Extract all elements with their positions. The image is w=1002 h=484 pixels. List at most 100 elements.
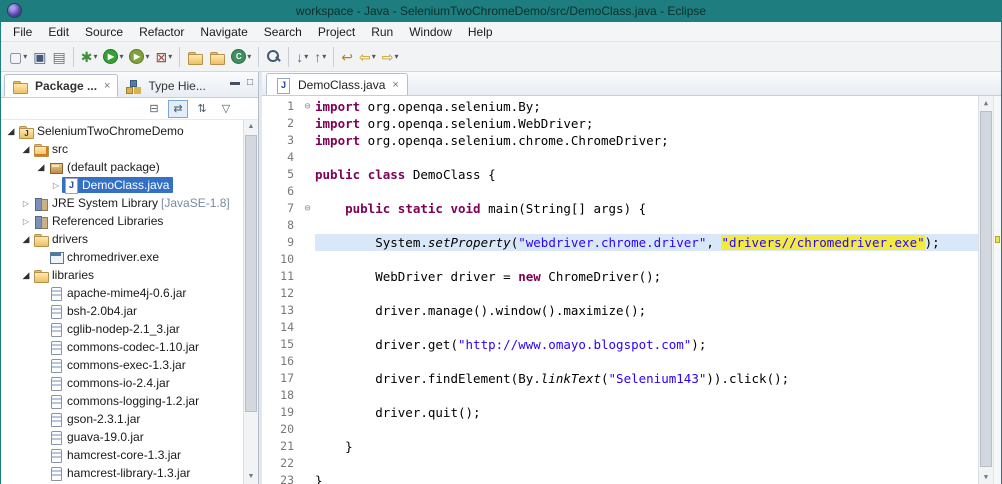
expander-expanded-icon[interactable]: ◢	[20, 270, 32, 281]
maximize-view-icon[interactable]: □	[247, 77, 253, 88]
dropdown-arrow-icon[interactable]: ▾	[93, 52, 97, 61]
menu-refactor[interactable]: Refactor	[131, 23, 192, 41]
scroll-down-icon[interactable]: ▼	[979, 470, 993, 484]
editor-scrollbar[interactable]: ▲ ▼	[978, 96, 993, 484]
collapse-all-icon[interactable]: ⊟	[144, 100, 164, 118]
code-line-4[interactable]: 4	[262, 149, 978, 166]
back-button[interactable]: ⇦ ▾	[356, 45, 379, 69]
dropdown-arrow-icon[interactable]: ▾	[247, 52, 251, 61]
code-line-6[interactable]: 6	[262, 183, 978, 200]
tab-type-hierarchy[interactable]: Type Hie...	[118, 74, 212, 97]
menu-help[interactable]: Help	[460, 23, 501, 41]
debug-button[interactable]: ✱ ▾	[78, 45, 101, 69]
save-button[interactable]: ▣	[30, 45, 49, 69]
package-explorer-scrollbar[interactable]: ▲ ▼	[243, 120, 258, 484]
close-icon[interactable]: ×	[392, 79, 398, 91]
tree-item-commons-exec-1-3-jar[interactable]: commons-exec-1.3.jar	[1, 356, 258, 374]
tree-item-hamcrest-core-1-3-jar[interactable]: hamcrest-core-1.3.jar	[1, 446, 258, 464]
menu-navigate[interactable]: Navigate	[192, 23, 255, 41]
menu-window[interactable]: Window	[401, 23, 460, 41]
dropdown-arrow-icon[interactable]: ▾	[322, 52, 326, 61]
code-line-11[interactable]: 11 WebDriver driver = new ChromeDriver()…	[262, 268, 978, 285]
tree-item-src[interactable]: ◢ src	[1, 140, 258, 158]
code-line-18[interactable]: 18	[262, 387, 978, 404]
expander-expanded-icon[interactable]: ◢	[35, 162, 47, 173]
code-line-12[interactable]: 12	[262, 285, 978, 302]
title-bar[interactable]: workspace - Java - SeleniumTwoChromeDemo…	[1, 0, 1001, 22]
scroll-up-icon[interactable]: ▲	[979, 96, 993, 110]
overview-ruler[interactable]	[993, 96, 1001, 484]
tree-item-commons-logging-1-2-jar[interactable]: commons-logging-1.2.jar	[1, 392, 258, 410]
external-tools-button[interactable]: ⊠ ▾	[153, 45, 176, 69]
expander-collapsed-icon[interactable]: ▷	[20, 199, 32, 208]
code-line-3[interactable]: 3 import org.openqa.selenium.chrome.Chrom…	[262, 132, 978, 149]
occurrence-marker-icon[interactable]	[995, 235, 1000, 243]
menu-run[interactable]: Run	[363, 23, 401, 41]
expander-collapsed-icon[interactable]: ▷	[20, 217, 32, 226]
expander-expanded-icon[interactable]: ◢	[20, 144, 32, 155]
print-button[interactable]: ▤	[49, 45, 68, 69]
new-button[interactable]: ▢ ▾	[6, 45, 30, 69]
coverage-button[interactable]: ▶ ▾	[126, 45, 152, 69]
dropdown-arrow-icon[interactable]: ▾	[145, 52, 149, 61]
code-line-19[interactable]: 19 driver.quit();	[262, 404, 978, 421]
dropdown-arrow-icon[interactable]: ▾	[395, 52, 399, 61]
tree-item-hamcrest-library-1-3-jar[interactable]: hamcrest-library-1.3.jar	[1, 464, 258, 482]
code-line-1[interactable]: 1 ⊖ import org.openqa.selenium.By;	[262, 98, 978, 115]
code-line-5[interactable]: 5 public class DemoClass {	[262, 166, 978, 183]
focus-on-active-task-icon[interactable]: ⇅	[192, 100, 212, 118]
scroll-up-icon[interactable]: ▲	[244, 120, 258, 134]
expander-collapsed-icon[interactable]: ▷	[50, 181, 62, 190]
code-line-21[interactable]: 21 }	[262, 438, 978, 455]
code-line-15[interactable]: 15 driver.get("http://www.omayo.blogspot…	[262, 336, 978, 353]
code-line-9[interactable]: 9 System.setProperty("webdriver.chrome.d…	[262, 234, 978, 251]
expander-expanded-icon[interactable]: ◢	[20, 234, 32, 245]
tree-item-seleniumtwochromedemo[interactable]: ◢ SeleniumTwoChromeDemo	[1, 122, 258, 140]
dropdown-arrow-icon[interactable]: ▾	[119, 52, 123, 61]
tree-item-bsh-2-0b4-jar[interactable]: bsh-2.0b4.jar	[1, 302, 258, 320]
menu-source[interactable]: Source	[77, 23, 131, 41]
code-line-16[interactable]: 16	[262, 353, 978, 370]
code-line-2[interactable]: 2 import org.openqa.selenium.WebDriver;	[262, 115, 978, 132]
scrollbar-thumb[interactable]	[245, 135, 257, 412]
tree-item-democlass-java[interactable]: ▷ DemoClass.java	[1, 176, 258, 194]
minimize-view-icon[interactable]: ▬	[230, 77, 240, 88]
tab-package-explorer[interactable]: Package ... ×	[4, 74, 119, 97]
code-editor[interactable]: 1 ⊖ import org.openqa.selenium.By; 2 import …	[262, 96, 1001, 484]
tree-item-commons-io-2-4-jar[interactable]: commons-io-2.4.jar	[1, 374, 258, 392]
new-java-project-button[interactable]	[184, 45, 206, 69]
close-icon[interactable]: ×	[104, 80, 110, 92]
code-line-13[interactable]: 13 driver.manage().window().maximize();	[262, 302, 978, 319]
dropdown-arrow-icon[interactable]: ▾	[304, 52, 308, 61]
code-line-17[interactable]: 17 driver.findElement(By.linkText("Selen…	[262, 370, 978, 387]
code-line-7[interactable]: 7 ⊖ public static void main(String[] args…	[262, 200, 978, 217]
code-line-10[interactable]: 10	[262, 251, 978, 268]
tab-democlass-java[interactable]: DemoClass.java ×	[266, 73, 408, 95]
tree-item-cglib-nodep-2-1-3-jar[interactable]: cglib-nodep-2.1_3.jar	[1, 320, 258, 338]
tree-item-chromedriver-exe[interactable]: chromedriver.exe	[1, 248, 258, 266]
code-line-8[interactable]: 8	[262, 217, 978, 234]
view-menu-icon[interactable]: ▽	[216, 100, 236, 118]
tree-item-referenced-libraries[interactable]: ▷ Referenced Libraries	[1, 212, 258, 230]
previous-annotation-button[interactable]: ↑ ▾	[311, 45, 329, 69]
search-button[interactable]	[263, 45, 284, 69]
tree-item-libraries[interactable]: ◢ libraries	[1, 266, 258, 284]
fold-marker-icon[interactable]: ⊖	[300, 200, 315, 217]
tree-item-guava-19-0-jar[interactable]: guava-19.0.jar	[1, 428, 258, 446]
tree-item-gson-2-3-1-jar[interactable]: gson-2.3.1.jar	[1, 410, 258, 428]
new-class-button[interactable]: C ▾	[228, 45, 254, 69]
menu-edit[interactable]: Edit	[40, 23, 77, 41]
code-line-14[interactable]: 14	[262, 319, 978, 336]
dropdown-arrow-icon[interactable]: ▾	[23, 52, 27, 61]
code-line-22[interactable]: 22	[262, 455, 978, 472]
scroll-down-icon[interactable]: ▼	[244, 470, 258, 484]
tree-item-default-package[interactable]: ◢ (default package)	[1, 158, 258, 176]
fold-marker-icon[interactable]: ⊖	[300, 98, 315, 115]
menu-project[interactable]: Project	[310, 23, 363, 41]
forward-button[interactable]: ⇨ ▾	[379, 45, 402, 69]
dropdown-arrow-icon[interactable]: ▾	[168, 52, 172, 61]
tree-item-drivers[interactable]: ◢ drivers	[1, 230, 258, 248]
scrollbar-thumb[interactable]	[980, 111, 992, 467]
last-edit-location-button[interactable]: ↩	[338, 45, 356, 69]
dropdown-arrow-icon[interactable]: ▾	[372, 52, 376, 61]
